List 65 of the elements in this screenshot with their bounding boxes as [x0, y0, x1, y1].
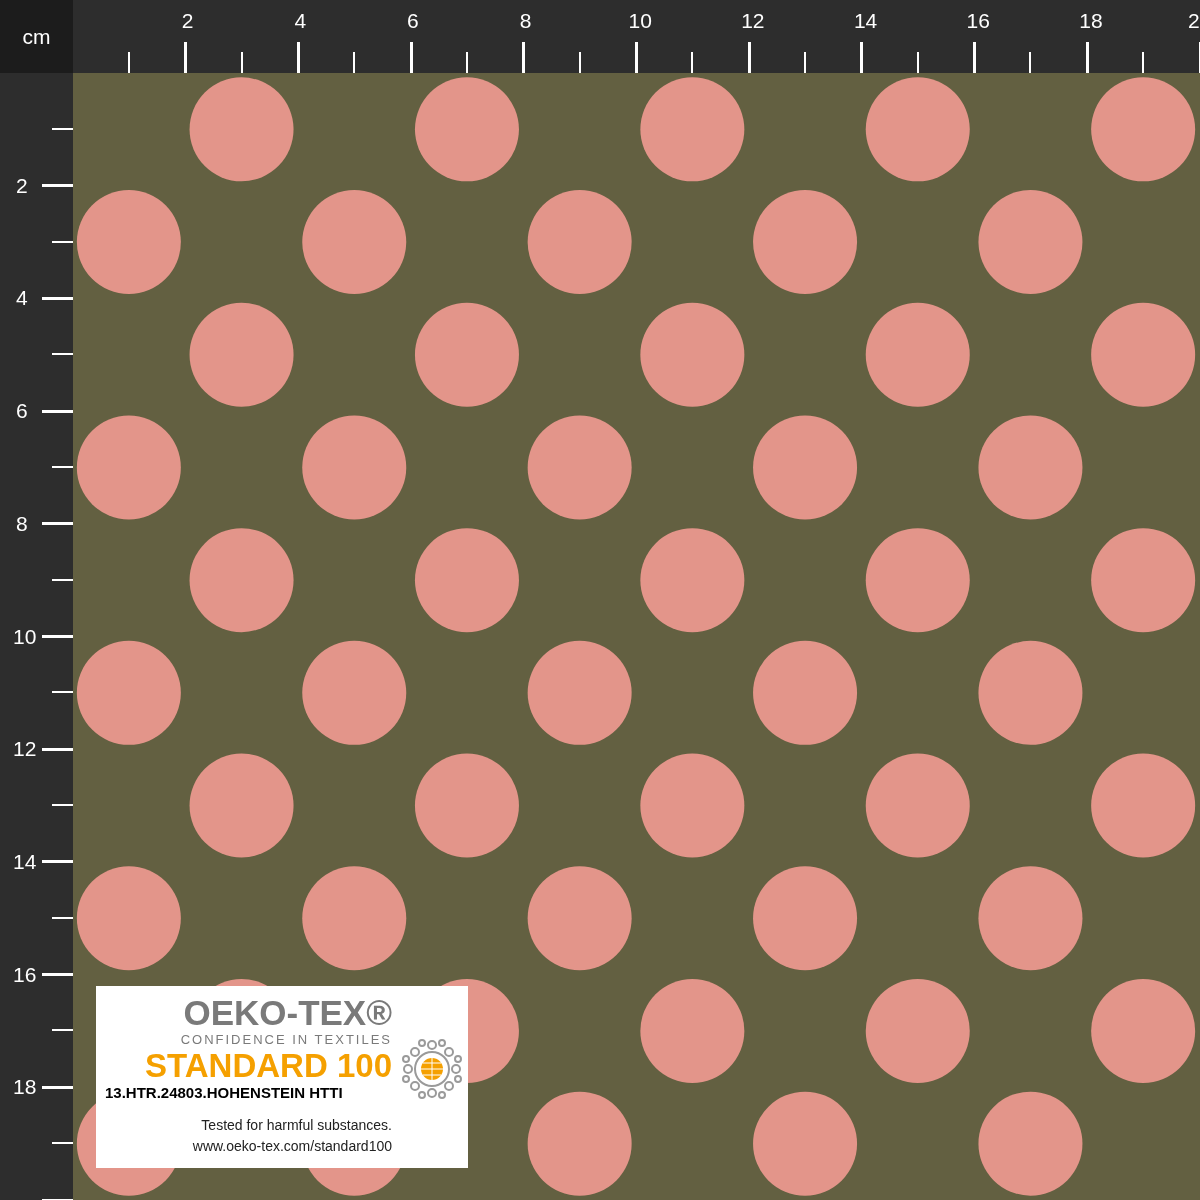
- ruler-tick: [353, 52, 356, 73]
- standard-title: STANDARD 100: [145, 1048, 392, 1084]
- ruler-tick: [52, 1029, 73, 1032]
- ruler-tick: [296, 42, 300, 73]
- ruler-tick: [52, 578, 73, 581]
- ruler-tick: [52, 353, 73, 356]
- ruler-tick: [522, 42, 526, 73]
- ruler-number: 8: [519, 9, 532, 33]
- ruler-tick: [52, 465, 73, 468]
- ruler-number: 16: [966, 9, 990, 33]
- ruler-tick: [1029, 52, 1032, 73]
- ruler-number: 2: [181, 9, 194, 33]
- ruler-number: 2: [1188, 9, 1200, 33]
- note-text: Tested for harmful substances.: [201, 1116, 392, 1134]
- ruler-number: 4: [16, 286, 28, 311]
- ruler-tick: [747, 42, 751, 73]
- ruler-tick: [635, 42, 638, 73]
- ruler-tick: [184, 42, 188, 73]
- ruler-tick: [691, 52, 694, 73]
- ruler-tick: [52, 127, 73, 130]
- ruler-tick: [42, 1085, 73, 1089]
- ruler-tick: [42, 409, 73, 413]
- ruler-number: 14: [13, 849, 37, 874]
- ruler-tick: [240, 52, 243, 73]
- ruler-tick: [52, 916, 73, 919]
- ruler-tick: [52, 804, 73, 807]
- ruler-number: 18: [13, 1075, 37, 1100]
- ruler-number: 6: [407, 9, 419, 33]
- ruler-number: 8: [16, 511, 28, 536]
- ruler-tick: [42, 860, 73, 864]
- website-text: www.oeko-tex.com/standard100: [192, 1137, 392, 1155]
- ruler-number: 10: [13, 624, 37, 649]
- ruler-tick: [860, 42, 864, 73]
- ruler-tick: [42, 973, 73, 977]
- unit-label: cm: [22, 23, 51, 50]
- ruler-number: 16: [13, 962, 37, 987]
- ruler-tick: [578, 52, 581, 73]
- ruler-number: 10: [628, 9, 652, 33]
- ruler-tick: [409, 42, 413, 73]
- ruler-tick: [42, 635, 73, 638]
- ruler-tick: [52, 240, 73, 243]
- ruler-tick: [1142, 52, 1145, 73]
- ruler-tick: [52, 1142, 73, 1145]
- ruler-tick: [52, 691, 73, 694]
- ruler-number: 2: [16, 173, 28, 198]
- ruler-tick: [127, 52, 130, 73]
- ruler-tick: [916, 52, 919, 73]
- certificate-number: 13.HTR.24803.HOHENSTEIN HTTI: [105, 1084, 343, 1102]
- ruler-number: 12: [13, 737, 37, 762]
- tagline: CONFIDENCE IN TEXTILES: [180, 1032, 392, 1048]
- ruler-tick: [465, 52, 468, 73]
- ruler-tick: [42, 296, 73, 300]
- ruler-number: 14: [853, 9, 878, 33]
- ruler-number: 12: [741, 9, 765, 33]
- ruler-tick: [1085, 42, 1089, 73]
- ruler-tick: [42, 184, 73, 188]
- ruler-number: 6: [16, 399, 28, 424]
- brand-name: OEKO-TEX®: [183, 994, 392, 1032]
- ruler-tick: [973, 42, 977, 73]
- ruler-tick: [42, 747, 73, 751]
- ruler-tick: [804, 52, 807, 73]
- ruler-tick: [42, 522, 73, 526]
- flower-globe-icon: [400, 1037, 464, 1101]
- ruler-number: 18: [1079, 9, 1103, 33]
- ruler-number: 4: [294, 9, 307, 33]
